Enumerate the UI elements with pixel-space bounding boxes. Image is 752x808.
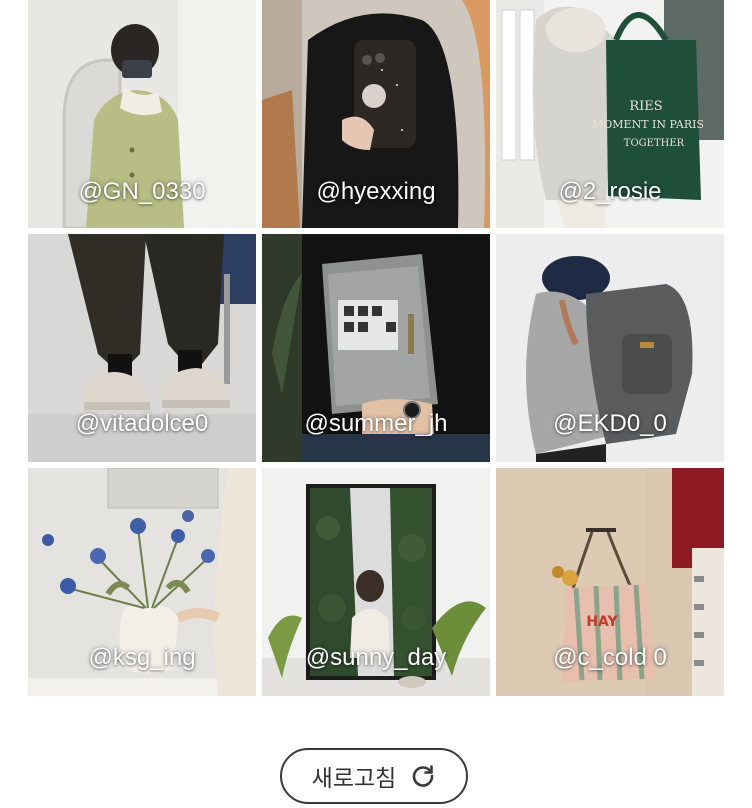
gallery-handle: @ksg_ing [88, 644, 196, 671]
gallery-item[interactable]: RIES MOMENT IN PARIS TOGETHER @2_rosie [496, 0, 724, 228]
svg-text:HAY: HAY [586, 614, 618, 630]
gallery-item[interactable]: HAY @c_cold 0 [496, 468, 724, 696]
gallery-item[interactable]: @sunny_day [262, 468, 490, 696]
svg-text:RIES: RIES [629, 99, 662, 114]
refresh-button[interactable]: 새로고침 [280, 748, 468, 804]
gallery-handle: @sunny_day [305, 644, 447, 671]
refresh-icon [413, 765, 434, 787]
gallery-handle: @vitadolce0 [75, 410, 209, 437]
gallery-item[interactable]: @hyexxing [262, 0, 490, 228]
gallery-item[interactable]: @summer_jh [262, 234, 490, 462]
gallery-item[interactable]: @EKD0_0 [496, 234, 724, 462]
svg-text:MOMENT IN PARIS: MOMENT IN PARIS [592, 118, 704, 131]
photo-grid: @GN_0330 @hyexxing RIES MOMENT IN PARIS … [28, 0, 724, 696]
gallery-handle: @GN_0330 [78, 178, 206, 205]
gallery-handle: @summer_jh [304, 410, 448, 437]
gallery-handle: @c_cold 0 [553, 644, 667, 671]
gallery-handle: @2_rosie [558, 178, 662, 205]
gallery-item[interactable]: @vitadolce0 [28, 234, 256, 462]
gallery-item[interactable]: @GN_0330 [28, 0, 256, 228]
gallery-handle: @EKD0_0 [553, 410, 667, 437]
gallery-item[interactable]: @ksg_ing [28, 468, 256, 696]
gallery-handle: @hyexxing [316, 178, 436, 205]
refresh-button-label: 새로고침 [311, 766, 397, 792]
svg-text:TOGETHER: TOGETHER [624, 138, 685, 149]
